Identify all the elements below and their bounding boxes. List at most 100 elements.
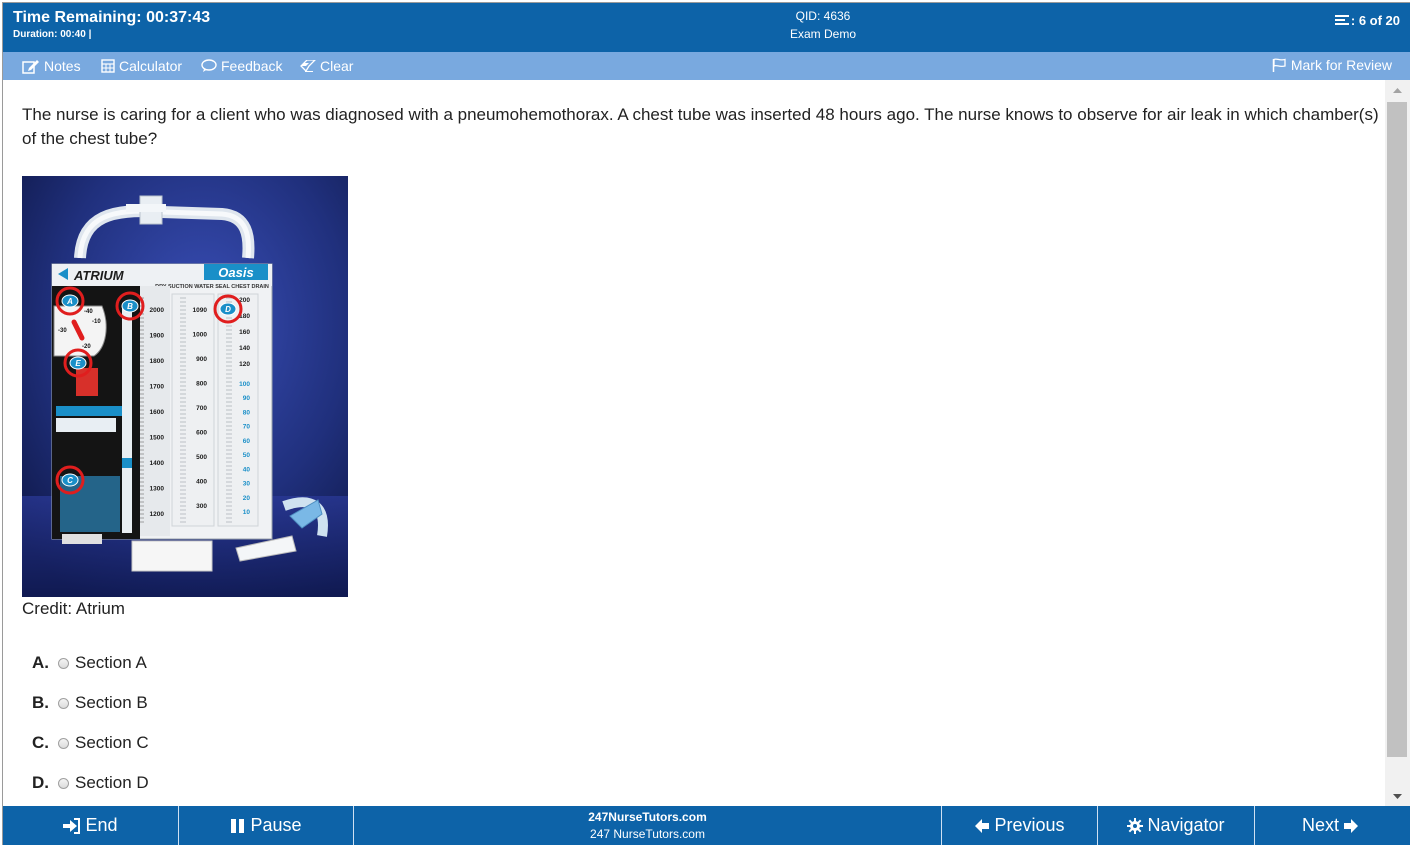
scale-label: 100: [239, 381, 250, 388]
question-id: QID: 4636: [795, 9, 851, 23]
dial-label: -30: [58, 328, 67, 334]
vertical-scrollbar[interactable]: [1385, 80, 1410, 806]
navigator-button[interactable]: Navigator: [1098, 806, 1255, 845]
image-credit: Credit: Atrium: [22, 599, 125, 618]
scale-label: 1200: [150, 511, 165, 518]
exam-toolbar: Notes Calculator Feedback Clear Mark for…: [3, 52, 1410, 80]
arrow-right-icon: [1344, 818, 1358, 833]
scroll-up-arrow[interactable]: [1385, 80, 1410, 100]
pause-icon: [231, 818, 245, 833]
notes-button[interactable]: Notes: [22, 58, 81, 74]
radio-button[interactable]: [58, 657, 69, 669]
dial-label: -20: [82, 344, 91, 350]
svg-text:C: C: [67, 476, 73, 485]
radio-button[interactable]: [58, 737, 69, 749]
scale-label: 1300: [150, 486, 165, 493]
pause-button[interactable]: Pause: [179, 806, 354, 845]
dial-label: -40: [84, 309, 93, 315]
site-branding: 247NurseTutors.com 247 NurseTutors.com: [354, 806, 942, 845]
brand-text: ATRIUM: [73, 268, 125, 283]
scale-label: 40: [243, 466, 251, 473]
chest-drain-image: ATRIUM Oasis DRY SUCTION WATER SEAL CHES…: [22, 176, 348, 597]
choice-label: Section A: [75, 653, 147, 672]
exam-header: Time Remaining: 00:37:43 Duration: 00:40…: [3, 3, 1410, 52]
feedback-button[interactable]: Feedback: [201, 58, 282, 74]
choice-letter: A.: [32, 653, 49, 672]
end-button[interactable]: End: [3, 806, 179, 845]
scale-label: 300: [196, 503, 207, 510]
radio-button[interactable]: [58, 777, 69, 789]
scrollbar-thumb[interactable]: [1387, 102, 1407, 757]
subtitle-text: DRY SUCTION WATER SEAL CHEST DRAIN: [155, 284, 269, 290]
choice-d[interactable]: D. Section D: [32, 772, 149, 794]
choice-letter: D.: [32, 773, 49, 792]
choice-letter: C.: [32, 733, 49, 752]
scale-label: 1800: [150, 358, 165, 365]
question-progress[interactable]: : 6 of 20: [1334, 13, 1400, 28]
scale-label: 1700: [150, 384, 165, 391]
choice-a[interactable]: A. Section A: [32, 652, 147, 674]
feedback-label: Feedback: [221, 58, 283, 74]
progress-text: 6 of 20: [1358, 13, 1400, 28]
svg-text:D: D: [225, 305, 231, 314]
choice-letter: B.: [32, 693, 49, 712]
radio-button[interactable]: [58, 697, 69, 709]
scale-label: 900: [196, 356, 207, 363]
clear-label: Clear: [320, 58, 354, 74]
mark-for-review-label: Mark for Review: [1290, 57, 1392, 73]
previous-button[interactable]: Previous: [942, 806, 1098, 845]
eraser-icon: [300, 60, 316, 72]
calculator-label: Calculator: [119, 58, 183, 74]
exam-name: Exam Demo: [789, 27, 857, 41]
choice-label: Section B: [75, 693, 148, 712]
scale-label: 90: [243, 395, 251, 402]
scale-label: 1900: [150, 333, 165, 340]
question-panel: The nurse is caring for a client who was…: [3, 80, 1385, 806]
notes-label: Notes: [44, 58, 81, 74]
mark-for-review-button[interactable]: Mark for Review: [1272, 57, 1392, 73]
svg-text:E: E: [75, 359, 81, 368]
scale-label: 60: [243, 438, 251, 445]
clear-button[interactable]: Clear: [300, 58, 353, 74]
choice-b[interactable]: B. Section B: [32, 692, 148, 714]
scale-label: 30: [243, 481, 251, 488]
scale-label: 400: [196, 479, 207, 486]
previous-label: Previous: [994, 815, 1065, 835]
pause-label: Pause: [250, 815, 302, 835]
duration: Duration: 00:40 |: [13, 29, 92, 40]
scale-label: 140: [239, 345, 250, 352]
scale-label: 50: [243, 452, 251, 459]
time-remaining: Time Remaining: 00:37:43: [13, 9, 211, 26]
arrow-left-icon: [975, 818, 990, 833]
scale-label: 600: [196, 430, 207, 437]
scale-label: 500: [196, 454, 207, 461]
choice-label: Section C: [75, 733, 149, 752]
progress-colon: :: [1350, 13, 1359, 28]
scale-label: 1600: [150, 409, 165, 416]
product-text: Oasis: [218, 265, 253, 280]
scale-label: 10: [243, 509, 251, 516]
scale-label: 1400: [150, 460, 165, 467]
navigator-label: Navigator: [1147, 815, 1225, 835]
scale-label: 20: [243, 495, 251, 502]
flag-icon: [1272, 58, 1286, 72]
scale-label: 160: [239, 329, 250, 336]
exam-footer: End Pause 247NurseTutors.com 247 NurseTu…: [3, 806, 1410, 845]
scale-label: 700: [196, 405, 207, 412]
list-icon: [1334, 14, 1349, 25]
scale-label: 1090: [193, 307, 208, 314]
next-button[interactable]: Next: [1255, 806, 1410, 845]
scale-label: 1500: [150, 435, 165, 442]
scale-label: 2000: [150, 307, 165, 314]
choice-c[interactable]: C. Section C: [32, 732, 149, 754]
scroll-down-arrow[interactable]: [1385, 786, 1410, 806]
site-name-bold: 247NurseTutors.com: [588, 810, 707, 824]
scale-label: 1000: [193, 332, 208, 339]
comment-icon: [201, 59, 217, 72]
end-label: End: [85, 815, 118, 835]
scale-label: 120: [239, 361, 250, 368]
svg-text:B: B: [127, 302, 133, 311]
scale-label: 70: [243, 424, 251, 431]
calculator-button[interactable]: Calculator: [101, 58, 182, 74]
next-label: Next: [1301, 815, 1339, 835]
